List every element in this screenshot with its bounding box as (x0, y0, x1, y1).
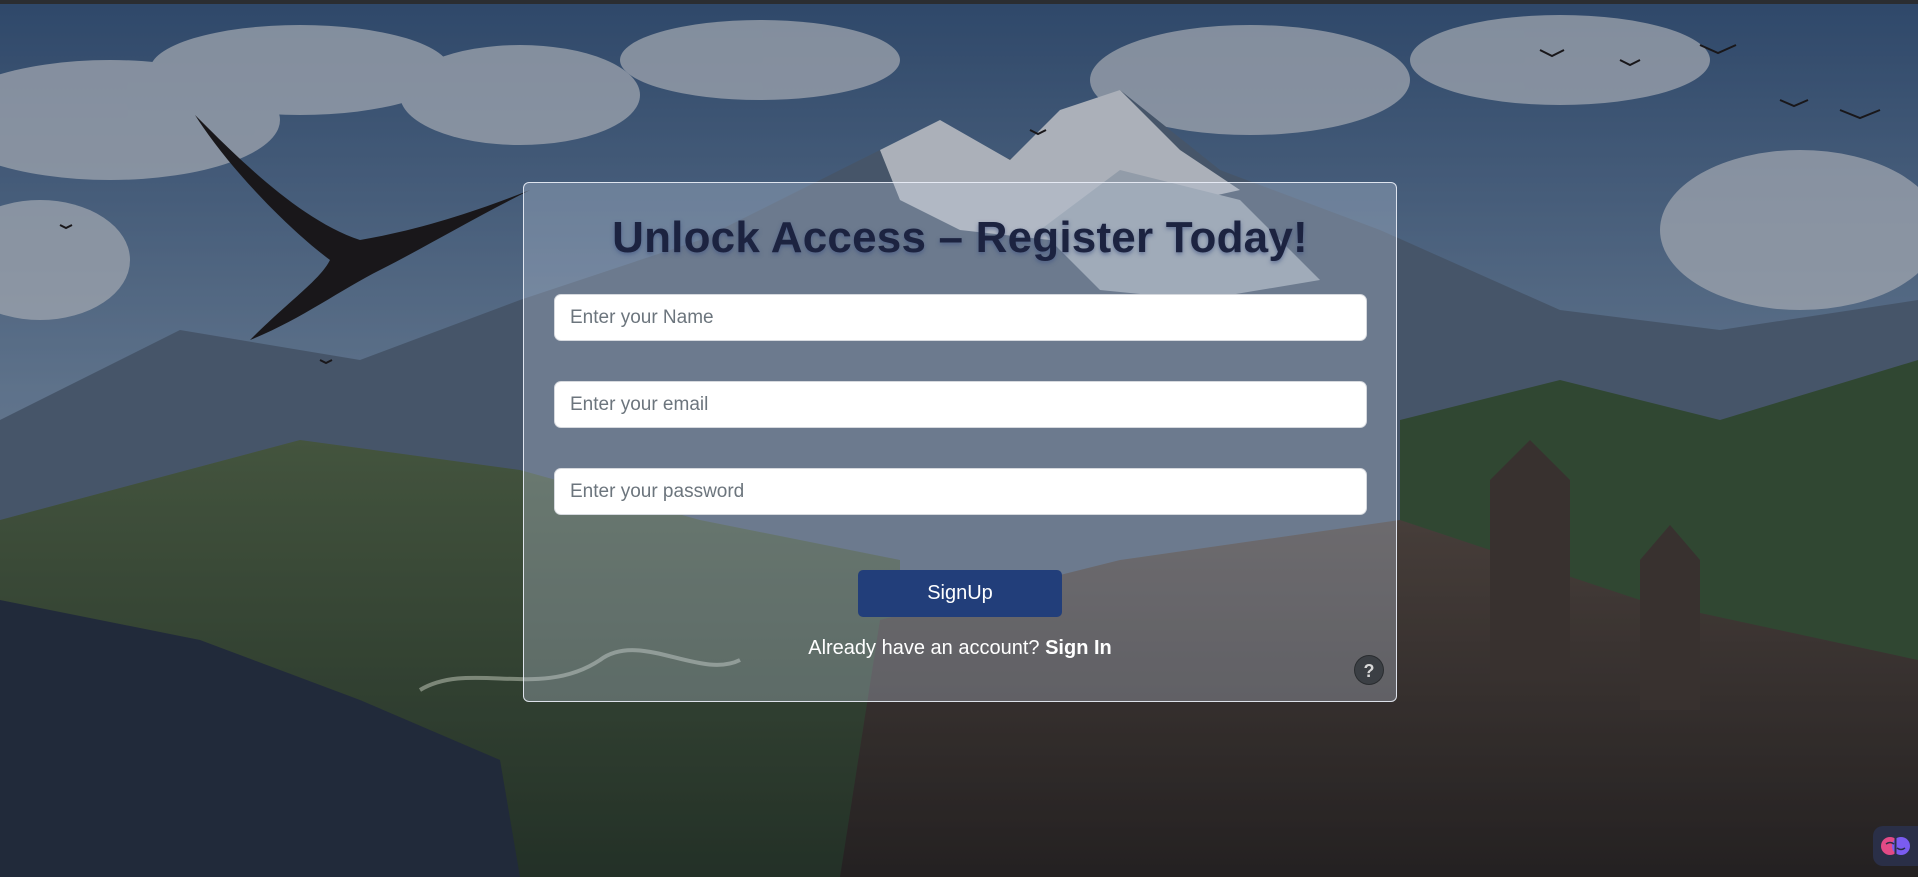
help-question-mark-icon[interactable]: ? (1354, 655, 1384, 685)
signup-card: Unlock Access – Register Today! SignUp A… (523, 182, 1397, 702)
brain-icon (1881, 837, 1910, 855)
signin-link[interactable]: Sign In (1045, 637, 1112, 659)
signup-page: Unlock Access – Register Today! SignUp A… (0, 0, 1918, 877)
signup-title: Unlock Access – Register Today! (612, 213, 1308, 262)
email-input[interactable] (554, 381, 1367, 428)
signin-prompt-text: Already have an account? (808, 637, 1040, 659)
password-input[interactable] (554, 468, 1367, 515)
name-input[interactable] (554, 294, 1367, 341)
window-top-border (0, 0, 1918, 4)
signup-button[interactable]: SignUp (858, 570, 1062, 617)
signin-prompt-line: Already have an account? Sign In (524, 637, 1396, 660)
brain-extension-icon[interactable] (1873, 826, 1918, 866)
